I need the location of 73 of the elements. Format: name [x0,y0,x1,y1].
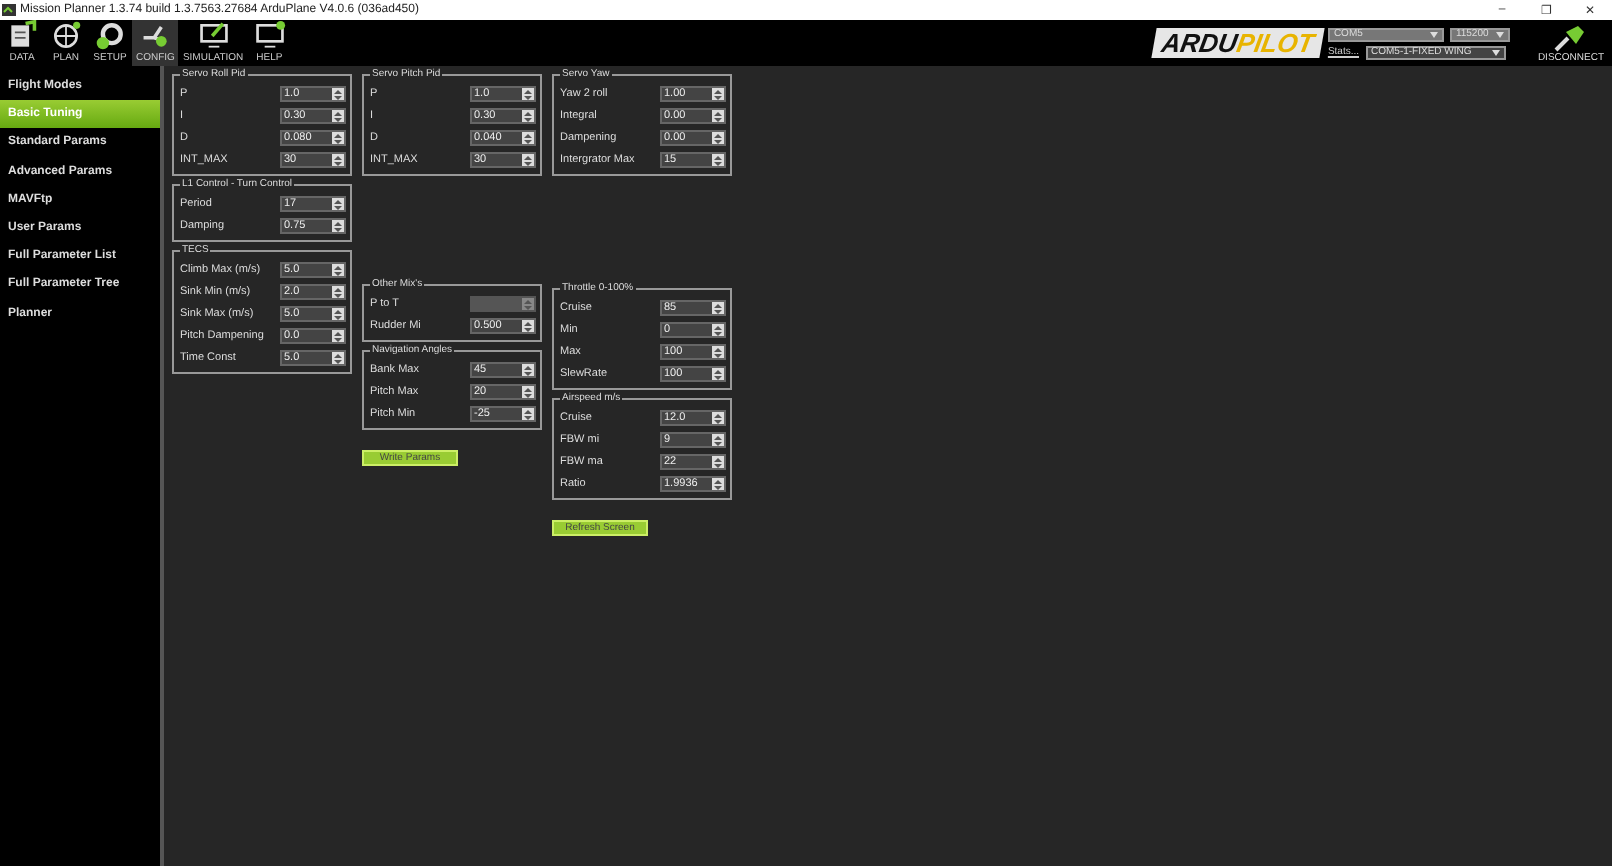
down-arrow-icon[interactable] [714,161,722,165]
up-arrow-icon[interactable] [334,309,342,313]
up-arrow-icon[interactable] [714,89,722,93]
down-arrow-icon[interactable] [714,309,722,313]
up-arrow-icon[interactable] [524,321,532,325]
up-arrow-icon[interactable] [524,133,532,137]
down-arrow-icon[interactable] [334,117,342,121]
globe-icon [50,20,82,52]
down-arrow-icon[interactable] [714,139,722,143]
up-arrow-icon[interactable] [714,413,722,417]
down-arrow-icon[interactable] [524,371,532,375]
down-arrow-icon[interactable] [714,331,722,335]
up-arrow-icon[interactable] [334,155,342,159]
down-arrow-icon[interactable] [524,393,532,397]
gear-icon [94,20,126,52]
up-arrow-icon[interactable] [714,111,722,115]
up-arrow-icon[interactable] [524,89,532,93]
down-arrow-icon[interactable] [524,327,532,331]
down-arrow-icon[interactable] [334,359,342,363]
down-arrow-icon[interactable] [334,139,342,143]
down-arrow-icon[interactable] [334,161,342,165]
caret-icon [1429,31,1438,37]
up-arrow-icon[interactable] [334,353,342,357]
caret-icon [1491,49,1499,55]
up-arrow-icon[interactable] [524,365,532,369]
down-arrow-icon[interactable] [714,485,722,489]
up-arrow-icon[interactable] [524,409,532,413]
up-arrow-icon[interactable] [334,199,342,203]
down-arrow-icon[interactable] [334,337,342,341]
up-arrow-icon[interactable] [334,111,342,115]
down-arrow-icon[interactable] [334,315,342,319]
monitor-icon [197,20,230,52]
down-arrow-icon[interactable] [334,95,342,99]
up-arrow-icon[interactable] [334,89,342,93]
up-arrow-icon[interactable] [334,221,342,225]
down-arrow-icon[interactable] [714,95,722,99]
down-arrow-icon[interactable] [714,463,722,467]
caret-icon [1496,31,1505,37]
up-arrow-icon[interactable] [524,387,532,391]
up-arrow-icon[interactable] [524,155,532,159]
up-arrow-icon[interactable] [714,479,722,483]
app-icon [2,4,16,16]
logo: ARDUPILOT [1151,28,1325,58]
monitor-icon [253,20,286,52]
down-arrow-icon[interactable] [334,293,342,297]
up-arrow-icon[interactable] [714,133,722,137]
down-arrow-icon[interactable] [714,419,722,423]
up-arrow-icon[interactable] [714,303,722,307]
down-arrow-icon[interactable] [714,441,722,445]
down-arrow-icon[interactable] [714,375,722,379]
down-arrow-icon[interactable] [714,117,722,121]
down-arrow-icon[interactable] [334,205,342,209]
up-arrow-icon[interactable] [334,287,342,291]
up-arrow-icon[interactable] [714,435,722,439]
up-arrow-icon[interactable] [714,325,722,329]
down-arrow-icon[interactable] [524,95,532,99]
up-arrow-icon[interactable] [524,111,532,115]
down-arrow-icon[interactable] [524,139,532,143]
up-arrow-icon[interactable] [334,133,342,137]
down-arrow-icon[interactable] [714,353,722,357]
up-arrow-icon[interactable] [714,457,722,461]
plug-icon [1552,24,1589,52]
up-arrow-icon[interactable] [714,155,722,159]
down-arrow-icon[interactable] [334,227,342,231]
up-arrow-icon[interactable] [714,347,722,351]
up-arrow-icon[interactable] [334,265,342,269]
down-arrow-icon[interactable] [524,117,532,121]
down-arrow-icon[interactable] [524,161,532,165]
up-arrow-icon[interactable] [714,369,722,373]
document-icon [6,20,38,52]
down-arrow-icon[interactable] [524,415,532,419]
up-arrow-icon[interactable] [334,331,342,335]
down-arrow-icon[interactable] [334,271,342,275]
